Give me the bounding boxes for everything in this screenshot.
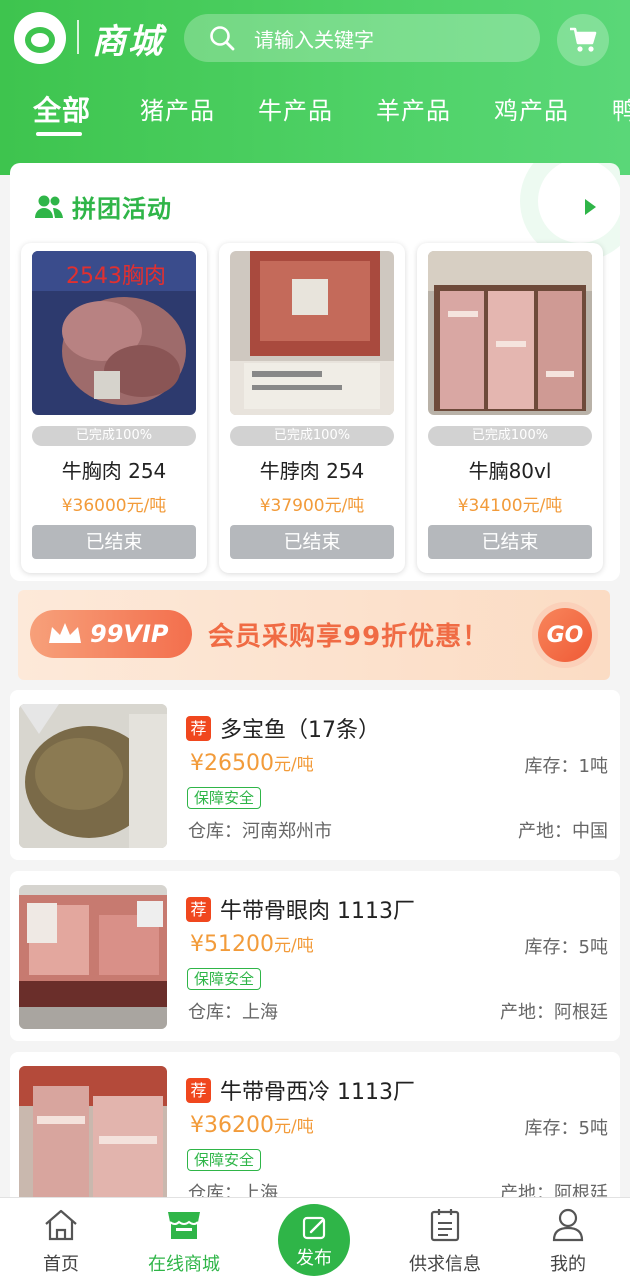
nav-mine[interactable]: 我的 <box>518 1198 618 1280</box>
product-price: ¥36000元/吨 <box>61 496 167 516</box>
crown-icon <box>49 623 81 643</box>
more-arrow-icon[interactable] <box>585 199 596 215</box>
origin-text: 产地：阿根廷 <box>500 1002 608 1023</box>
search-icon <box>210 26 235 51</box>
publish-button[interactable]: 发布 <box>278 1204 350 1276</box>
vip-label: 99VIP <box>90 620 169 648</box>
progress-bar: 已完成100% <box>32 426 196 446</box>
price-value: ¥51200 <box>190 932 274 957</box>
ended-button[interactable]: 已结束 <box>32 525 196 559</box>
brand-title: 商城 <box>92 22 164 62</box>
product-image <box>19 704 167 848</box>
group-buy-header[interactable]: 拼团活动 <box>34 189 172 224</box>
nav-home-label: 首页 <box>43 1254 79 1275</box>
product-name: 牛带骨西冷 1113厂 <box>220 1080 415 1105</box>
nav-supply[interactable]: 供求信息 <box>395 1198 495 1280</box>
stock-text: 库存：1吨 <box>524 756 608 777</box>
ended-button[interactable]: 已结束 <box>230 525 394 559</box>
go-button[interactable]: GO <box>532 602 598 668</box>
price-unit: 元/吨 <box>273 936 314 956</box>
product-image <box>428 251 592 415</box>
safety-tag: 保障安全 <box>187 787 262 809</box>
group-buy-section: 拼团活动 2543胸肉 已完成100% 牛胸肉 254 ¥36000元/吨 已结… <box>10 163 620 581</box>
tab-chicken[interactable]: 鸡产品 <box>494 91 569 126</box>
bottom-nav: 首页 在线商城 发布 供求信息 我的 <box>0 1197 630 1280</box>
product-price: ¥37900元/吨 <box>259 496 365 516</box>
product-image <box>19 885 167 1029</box>
header: 商城 请输入关键字 全部 猪产品 牛产品 羊产品 鸡产品 鸭 <box>0 0 630 175</box>
price-value: ¥26500 <box>190 751 274 776</box>
group-icon <box>35 195 63 218</box>
search-placeholder: 请输入关键字 <box>254 27 374 52</box>
active-tab-indicator <box>36 132 82 136</box>
product-price: ¥34100元/吨 <box>457 496 563 516</box>
calendar-list-icon <box>430 1209 460 1242</box>
vip-badge: 99VIP <box>30 610 192 658</box>
product-name: 多宝鱼（17条） <box>220 718 380 743</box>
vip-banner[interactable]: 99VIP 会员采购享99折优惠！ GO <box>18 590 610 680</box>
go-label: GO <box>538 608 592 662</box>
tab-beef[interactable]: 牛产品 <box>258 91 333 126</box>
search-input[interactable]: 请输入关键字 <box>184 14 540 62</box>
logo-divider <box>77 20 79 54</box>
nav-mall[interactable]: 在线商城 <box>134 1198 234 1280</box>
tab-duck[interactable]: 鸭 <box>612 91 630 126</box>
safety-tag: 保障安全 <box>187 1149 262 1171</box>
price-unit: 元/吨 <box>273 755 314 775</box>
recommend-badge: 荐 <box>186 1078 211 1103</box>
origin-text: 产地：中国 <box>518 821 608 842</box>
warehouse-text: 仓库：上海 <box>188 1002 278 1023</box>
image-label: 2543胸肉 <box>66 264 166 289</box>
publish-label: 发布 <box>296 1248 332 1269</box>
group-buy-title: 拼团活动 <box>72 195 172 223</box>
product-image: 2543胸肉 <box>32 251 196 415</box>
price-value: ¥36200 <box>190 1113 274 1138</box>
group-product-card[interactable]: 已完成100% 牛腩80vl ¥34100元/吨 已结束 <box>417 243 603 573</box>
vip-promo-text: 会员采购享99折优惠！ <box>208 622 490 652</box>
category-tabs: 全部 猪产品 牛产品 羊产品 鸡产品 鸭 <box>0 85 630 145</box>
safety-tag: 保障安全 <box>187 968 262 990</box>
product-price: ¥36200元/吨 <box>190 1112 314 1138</box>
product-name: 牛带骨眼肉 1113厂 <box>220 899 415 924</box>
stock-text: 库存：5吨 <box>524 1118 608 1139</box>
product-name: 牛脖肉 254 <box>259 459 365 483</box>
group-product-card[interactable]: 已完成100% 牛脖肉 254 ¥37900元/吨 已结束 <box>219 243 405 573</box>
store-icon <box>168 1212 200 1239</box>
product-image <box>230 251 394 415</box>
tab-pork[interactable]: 猪产品 <box>140 91 215 126</box>
stock-text: 库存：5吨 <box>524 937 608 958</box>
ended-button[interactable]: 已结束 <box>428 525 592 559</box>
nav-supply-label: 供求信息 <box>409 1254 481 1275</box>
tab-all[interactable]: 全部 <box>33 89 91 129</box>
progress-bar: 已完成100% <box>428 426 592 446</box>
product-name: 牛胸肉 254 <box>61 459 167 483</box>
nav-home[interactable]: 首页 <box>11 1198 111 1280</box>
recommend-badge: 荐 <box>186 716 211 741</box>
nav-mine-label: 我的 <box>550 1254 586 1275</box>
progress-bar: 已完成100% <box>230 426 394 446</box>
product-price: ¥51200元/吨 <box>190 931 314 957</box>
group-product-card[interactable]: 2543胸肉 已完成100% 牛胸肉 254 ¥36000元/吨 已结束 <box>21 243 207 573</box>
nav-mall-label: 在线商城 <box>148 1254 220 1275</box>
product-image <box>19 1066 167 1210</box>
product-name: 牛腩80vl <box>468 459 552 483</box>
product-price: ¥26500元/吨 <box>190 750 314 776</box>
warehouse-text: 仓库：河南郑州市 <box>188 821 332 842</box>
tab-lamb[interactable]: 羊产品 <box>376 91 451 126</box>
recommend-badge: 荐 <box>186 897 211 922</box>
app-logo <box>14 12 66 64</box>
price-unit: 元/吨 <box>273 1117 314 1137</box>
list-item[interactable]: 荐 多宝鱼（17条） ¥26500元/吨 库存：1吨 保障安全 仓库：河南郑州市… <box>10 690 620 860</box>
cart-icon <box>570 27 597 52</box>
user-icon <box>552 1208 584 1242</box>
cart-button[interactable] <box>557 14 609 66</box>
list-item[interactable]: 荐 牛带骨眼肉 1113厂 ¥51200元/吨 库存：5吨 保障安全 仓库：上海… <box>10 871 620 1041</box>
edit-icon <box>302 1216 326 1240</box>
home-icon <box>45 1209 77 1241</box>
